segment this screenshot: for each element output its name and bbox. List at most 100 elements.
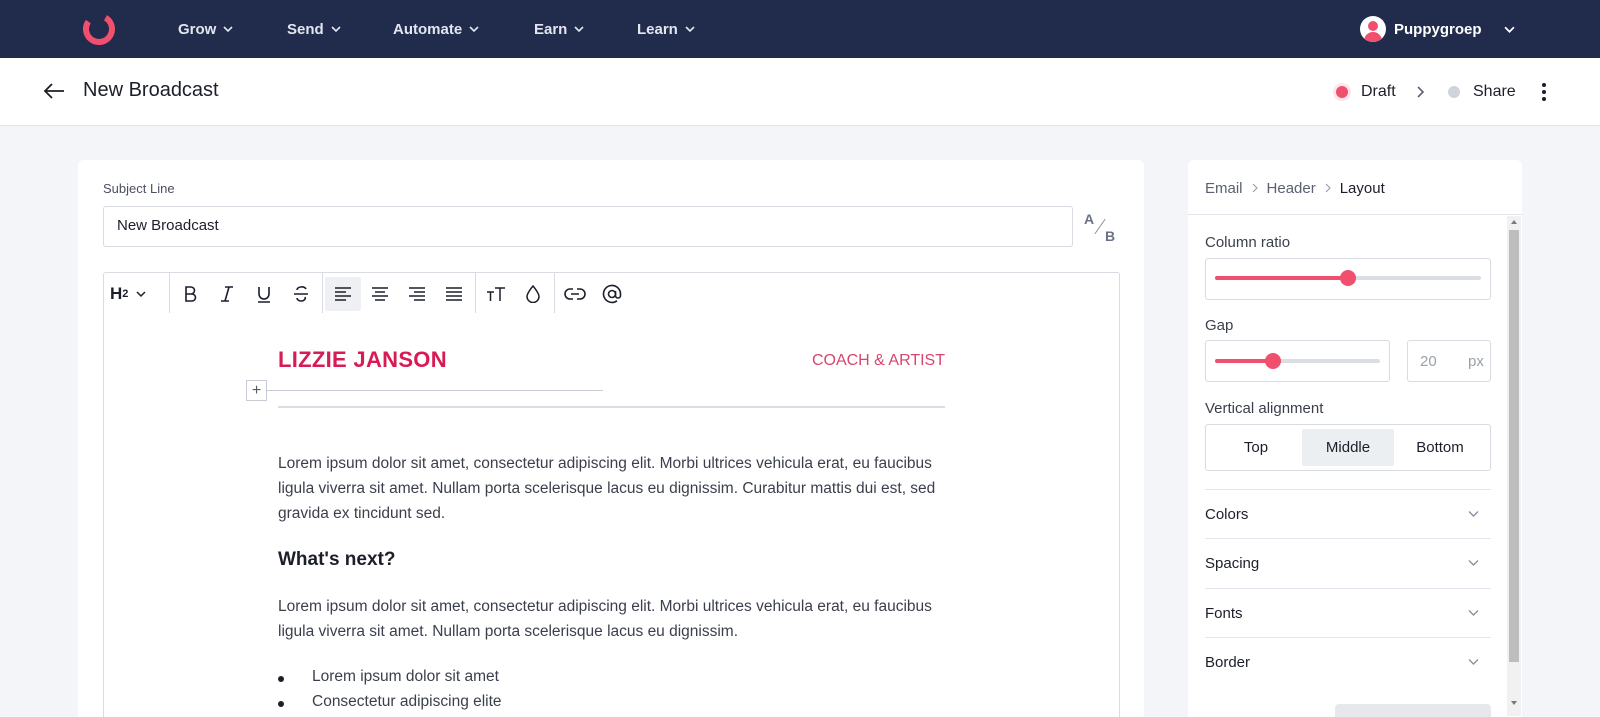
nav-send[interactable]: Send bbox=[287, 0, 341, 58]
chevron-down-icon bbox=[136, 291, 146, 298]
nav-earn[interactable]: Earn bbox=[534, 0, 584, 58]
scroll-down-arrow-icon[interactable] bbox=[1510, 699, 1518, 707]
section-border-label: Border bbox=[1205, 653, 1251, 671]
body-paragraph[interactable]: Lorem ipsum dolor sit amet, consectetur … bbox=[278, 594, 938, 644]
text-size-icon bbox=[487, 287, 505, 301]
step-draft[interactable]: Draft bbox=[1336, 58, 1396, 126]
panel-action-button[interactable] bbox=[1335, 704, 1491, 717]
toolbar-divider bbox=[169, 273, 170, 314]
more-options-icon[interactable] bbox=[1540, 80, 1548, 104]
page-header: New Broadcast Draft Share bbox=[0, 58, 1600, 126]
underline-icon bbox=[258, 287, 270, 303]
chevron-right-icon bbox=[1325, 183, 1331, 193]
nav-automate-label: Automate bbox=[393, 20, 463, 38]
user-menu[interactable]: Puppygroep bbox=[1360, 0, 1515, 58]
nav-automate[interactable]: Automate bbox=[393, 0, 479, 58]
scroll-up-arrow-icon[interactable] bbox=[1510, 218, 1518, 226]
convertkit-logo-icon[interactable] bbox=[82, 12, 116, 46]
section-fonts-label: Fonts bbox=[1205, 604, 1243, 622]
color-drop-icon bbox=[526, 285, 540, 303]
vertical-alignment-label: Vertical alignment bbox=[1205, 400, 1324, 417]
gap-handle[interactable] bbox=[1265, 353, 1281, 369]
chevron-down-icon bbox=[223, 26, 233, 33]
nav-grow[interactable]: Grow bbox=[178, 0, 233, 58]
chevron-down-icon bbox=[1468, 610, 1479, 616]
mention-icon bbox=[602, 284, 622, 304]
section-colors[interactable]: Colors bbox=[1205, 489, 1491, 538]
section-heading[interactable]: What's next? bbox=[278, 549, 395, 571]
italic-button[interactable] bbox=[209, 277, 245, 311]
chevron-down-icon bbox=[331, 26, 341, 33]
align-bottom-option[interactable]: Bottom bbox=[1394, 429, 1486, 466]
section-border[interactable]: Border bbox=[1205, 637, 1491, 686]
chevron-right-icon bbox=[1252, 183, 1258, 193]
gap-unit: px bbox=[1468, 353, 1484, 370]
breadcrumb-header[interactable]: Header bbox=[1267, 180, 1316, 197]
toolbar-divider bbox=[475, 273, 476, 314]
justify-button[interactable] bbox=[436, 277, 472, 311]
nav-send-label: Send bbox=[287, 20, 324, 38]
align-center-button[interactable] bbox=[362, 277, 398, 311]
align-top-option[interactable]: Top bbox=[1210, 429, 1302, 466]
vertical-alignment-control: Top Middle Bottom bbox=[1205, 424, 1491, 471]
avatar bbox=[1360, 16, 1386, 42]
step-draft-label: Draft bbox=[1361, 83, 1396, 100]
column-ratio-label: Column ratio bbox=[1205, 234, 1291, 251]
link-icon bbox=[564, 288, 586, 300]
section-spacing[interactable]: Spacing bbox=[1205, 538, 1491, 587]
bold-icon bbox=[185, 286, 197, 302]
strikethrough-button[interactable] bbox=[283, 277, 319, 311]
chevron-down-icon bbox=[1468, 659, 1479, 665]
column-ratio-handle[interactable] bbox=[1340, 270, 1356, 286]
panel-scroll-thumb[interactable] bbox=[1509, 230, 1519, 662]
italic-icon bbox=[221, 286, 233, 302]
heading-label: H bbox=[110, 284, 123, 303]
text-size-button[interactable] bbox=[478, 277, 514, 311]
link-button[interactable] bbox=[557, 277, 593, 311]
top-navigation: Grow Send Automate Earn Learn Puppygroep bbox=[0, 0, 1600, 58]
back-arrow-icon[interactable] bbox=[43, 82, 65, 100]
nav-earn-label: Earn bbox=[534, 20, 568, 38]
chevron-down-icon bbox=[1468, 511, 1479, 517]
align-left-icon bbox=[335, 287, 351, 301]
chevron-down-icon bbox=[1503, 26, 1515, 33]
ab-test-button[interactable]: A B bbox=[1081, 208, 1119, 248]
align-right-button[interactable] bbox=[399, 277, 435, 311]
section-colors-label: Colors bbox=[1205, 505, 1249, 523]
text-color-button[interactable] bbox=[515, 277, 551, 311]
chevron-down-icon bbox=[574, 26, 584, 33]
breadcrumb-email[interactable]: Email bbox=[1205, 180, 1243, 197]
toolbar-divider bbox=[554, 273, 555, 314]
header-divider bbox=[278, 406, 945, 408]
strikethrough-icon bbox=[294, 286, 308, 302]
column-guide bbox=[267, 390, 603, 391]
align-right-icon bbox=[409, 287, 425, 301]
body-paragraph[interactable]: Lorem ipsum dolor sit amet, consectetur … bbox=[278, 451, 938, 526]
nav-learn[interactable]: Learn bbox=[637, 0, 695, 58]
bold-button[interactable] bbox=[172, 277, 208, 311]
align-middle-option[interactable]: Middle bbox=[1302, 429, 1394, 466]
step-share[interactable]: Share bbox=[1448, 58, 1516, 126]
page-title: New Broadcast bbox=[83, 79, 219, 101]
section-fonts[interactable]: Fonts bbox=[1205, 588, 1491, 637]
add-block-button[interactable]: + bbox=[246, 380, 267, 401]
breadcrumb: Email Header Layout bbox=[1205, 176, 1385, 200]
brand-name[interactable]: LIZZIE JANSON bbox=[278, 347, 447, 373]
step-share-label: Share bbox=[1473, 83, 1516, 100]
chevron-down-icon bbox=[469, 26, 479, 33]
gap-value: 20 bbox=[1420, 353, 1437, 370]
chevron-right-icon bbox=[1417, 86, 1425, 98]
mention-button[interactable] bbox=[594, 277, 630, 311]
toolbar-divider bbox=[322, 273, 323, 314]
section-spacing-label: Spacing bbox=[1205, 554, 1260, 572]
heading-level-select[interactable]: H2 bbox=[110, 277, 146, 311]
underline-button[interactable] bbox=[246, 277, 282, 311]
subject-line-input[interactable]: New Broadcast bbox=[103, 206, 1073, 247]
brand-tagline[interactable]: COACH & ARTIST bbox=[800, 352, 945, 370]
bullet-icon bbox=[278, 676, 284, 682]
user-name: Puppygroep bbox=[1394, 20, 1482, 38]
gap-input[interactable]: 20 px bbox=[1407, 340, 1491, 382]
ab-b-label: B bbox=[1105, 228, 1116, 244]
chevron-down-icon bbox=[1468, 560, 1479, 566]
align-left-button[interactable] bbox=[325, 277, 361, 311]
